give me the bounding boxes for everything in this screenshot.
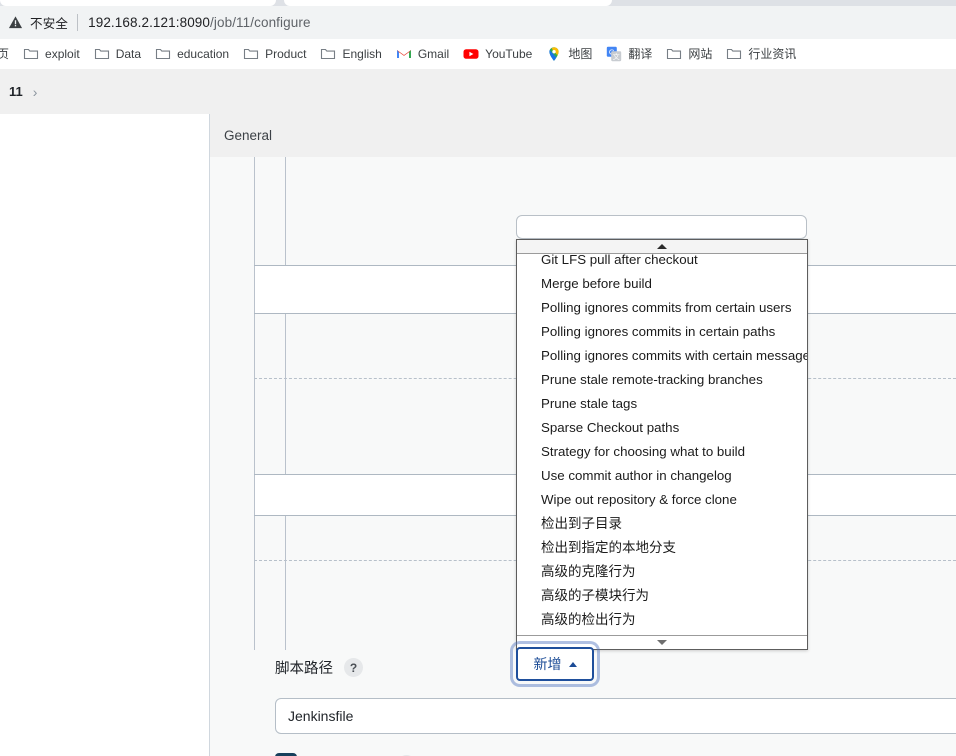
bookmark-item-maps[interactable]: 地图 (539, 42, 599, 66)
dropdown-option[interactable]: 高级的检出行为 (517, 608, 807, 632)
bookmark-item-product[interactable]: Product (236, 42, 313, 66)
url-path: /job/11/configure (210, 15, 311, 30)
tab-general[interactable]: General (210, 114, 286, 157)
script-path-input[interactable] (275, 698, 956, 734)
help-icon[interactable]: ? (344, 658, 363, 677)
bookmark-label: English (342, 46, 382, 61)
dropdown-option[interactable]: Strategy for choosing what to build (517, 440, 807, 464)
dropdown-option[interactable]: Merge before build (517, 272, 807, 296)
bookmark-item-websites[interactable]: 网站 (659, 42, 719, 66)
folder-icon (94, 46, 110, 62)
jenkins-page: 11 › General Git LFS pull after checkout… (0, 69, 956, 756)
bookmark-label: Product (265, 46, 307, 61)
sidebar (0, 114, 210, 756)
browser-window: 不安全 192.168.2.121:8090/job/11/configure … (0, 0, 956, 756)
dropdown-option[interactable]: 检出到子目录 (517, 512, 807, 536)
bookmark-item-exploit[interactable]: exploit (16, 42, 87, 66)
script-path-label: 脚本路径 (275, 661, 333, 677)
section-guide-line (254, 157, 255, 650)
dropdown-option[interactable]: Prune stale remote-tracking branches (517, 368, 807, 392)
url-host: 192.168.2.121:8090 (88, 15, 211, 30)
section-guide-line (285, 157, 286, 650)
bookmark-label: 行业资讯 (748, 47, 797, 61)
bookmark-label: 网站 (688, 47, 713, 61)
svg-text:文: 文 (613, 52, 620, 61)
maps-pin-icon (546, 46, 562, 62)
bookmark-label: 翻译 (628, 47, 653, 61)
config-tabs: General (210, 114, 956, 157)
folder-icon (320, 46, 336, 62)
chevron-right-icon: › (32, 83, 38, 100)
dropdown-option[interactable]: Use commit author in changelog (517, 464, 807, 488)
folder-icon (155, 46, 171, 62)
address-bar[interactable]: 不安全 192.168.2.121:8090/job/11/configure (0, 6, 956, 39)
folder-icon (666, 46, 682, 62)
dropdown-option[interactable]: Sparse Checkout paths (517, 416, 807, 440)
add-button-label: 新增 (533, 656, 562, 672)
bookmark-label: 地图 (568, 47, 593, 61)
breadcrumb-item-job[interactable]: 11 (9, 84, 23, 99)
dropdown-option[interactable]: Git LFS pull after checkout (517, 254, 807, 272)
bookmark-label: Gmail (417, 46, 450, 61)
bookmark-item[interactable]: 页 (0, 42, 16, 66)
scroll-up-arrow-icon[interactable] (517, 240, 807, 254)
bookmark-item-education[interactable]: education (148, 42, 236, 66)
add-button[interactable]: 新增 (516, 647, 594, 681)
add-options-dropdown: Git LFS pull after checkout Merge before… (516, 239, 808, 650)
bookmark-label: YouTube (485, 46, 533, 61)
form-area: Git LFS pull after checkout Merge before… (210, 157, 956, 756)
caret-up-icon (568, 661, 577, 667)
insecure-label: 不安全 (30, 17, 69, 31)
bookmark-label: Data (115, 46, 142, 61)
dropdown-option[interactable]: 高级的克隆行为 (517, 560, 807, 584)
bookmark-item-translate[interactable]: G 文 翻译 (599, 42, 659, 66)
bookmark-item-data[interactable]: Data (87, 42, 148, 66)
dropdown-option[interactable]: Polling ignores commits from certain use… (517, 296, 807, 320)
script-path-label-row: 脚本路径 ? (275, 657, 363, 678)
configure-content: General Git LFS pull after checkout Merg… (210, 114, 956, 756)
dropdown-option[interactable]: Polling ignores commits with certain mes… (517, 344, 807, 368)
bookmarks-bar: 页 exploit Data education Product English… (0, 39, 956, 69)
dropdown-filter-input[interactable] (516, 215, 807, 239)
bookmark-item-youtube[interactable]: YouTube (456, 42, 539, 66)
bookmark-label: exploit (45, 46, 80, 61)
dropdown-option[interactable]: Prune stale tags (517, 392, 807, 416)
url-text[interactable]: 192.168.2.121:8090/job/11/configure (88, 15, 310, 30)
dropdown-option-list: Git LFS pull after checkout Merge before… (517, 254, 807, 635)
bookmark-label: education (177, 46, 230, 61)
folder-icon (243, 46, 259, 62)
folder-icon (726, 46, 742, 62)
url-divider (77, 14, 79, 31)
breadcrumb: 11 › (0, 69, 956, 114)
add-button-focus-ring: 新增 (513, 644, 597, 684)
folder-icon (23, 46, 39, 62)
dropdown-option[interactable]: Polling ignores commits in certain paths (517, 320, 807, 344)
bookmark-label: 页 (0, 47, 10, 61)
gmail-icon (396, 46, 412, 62)
google-translate-icon: G 文 (606, 46, 622, 62)
bookmark-item-gmail[interactable]: Gmail (389, 42, 456, 66)
dropdown-option[interactable]: 高级的子模块行为 (517, 584, 807, 608)
youtube-icon (463, 46, 479, 62)
bookmark-item-industry-news[interactable]: 行业资讯 (719, 42, 803, 66)
dropdown-option[interactable]: 检出到指定的本地分支 (517, 536, 807, 560)
warning-triangle-icon (8, 15, 23, 30)
bookmark-item-english[interactable]: English (313, 42, 388, 66)
dropdown-option[interactable]: Wipe out repository & force clone (517, 488, 807, 512)
